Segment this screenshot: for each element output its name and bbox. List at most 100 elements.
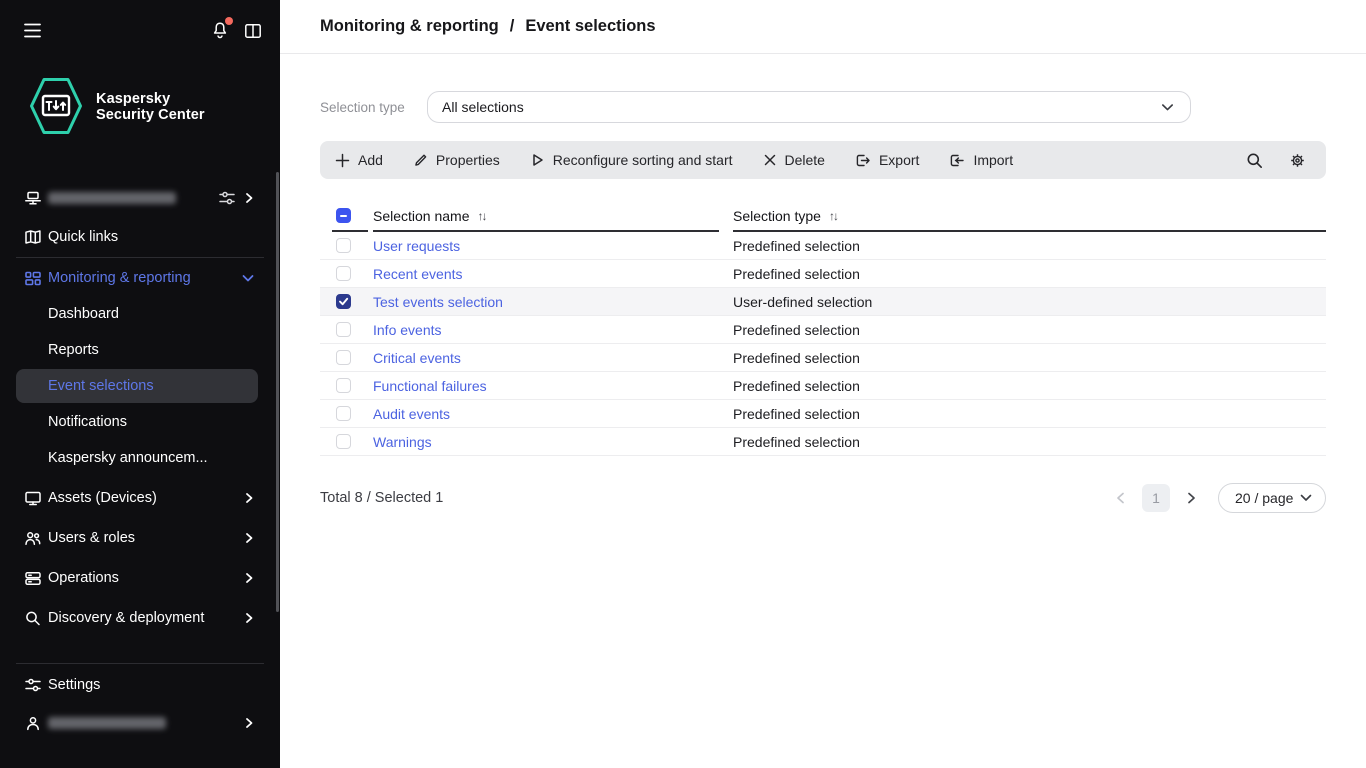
breadcrumb-parent[interactable]: Monitoring & reporting: [320, 17, 499, 36]
table-row: Warnings Predefined selection: [320, 428, 1326, 456]
sliders-icon: [24, 676, 42, 694]
sidebar-item-dashboard[interactable]: Dashboard: [0, 296, 280, 332]
chevron-right-icon: [244, 192, 254, 204]
server-settings-sliders-icon[interactable]: [218, 190, 236, 206]
column-header-selection-name[interactable]: Selection name ↑↓: [373, 201, 719, 232]
import-button[interactable]: Import: [949, 152, 1013, 168]
table-row: Functional failures Predefined selection: [320, 372, 1326, 400]
breadcrumb-separator: /: [509, 17, 515, 35]
breadcrumb-current: Event selections: [525, 17, 656, 35]
selection-name-link[interactable]: User requests: [373, 238, 460, 254]
monitor-icon: [24, 489, 42, 507]
table-row: Recent events Predefined selection: [320, 260, 1326, 288]
page-size-dropdown[interactable]: 20 / page: [1218, 483, 1326, 513]
notifications-bell-icon[interactable]: [211, 17, 233, 40]
search-icon: [24, 609, 42, 627]
sidebar-item-assets-devices[interactable]: Assets (Devices): [0, 480, 280, 516]
table-row: Audit events Predefined selection: [320, 400, 1326, 428]
select-all-checkbox[interactable]: [336, 208, 351, 223]
main-content: Monitoring & reporting / Event selection…: [280, 0, 1366, 768]
table-row: Info events Predefined selection: [320, 316, 1326, 344]
table-row-selected: Test events selection User-defined selec…: [320, 288, 1326, 316]
selection-name-link[interactable]: Warnings: [373, 434, 432, 450]
chevron-right-icon: [244, 612, 254, 624]
chevron-down-icon: [1300, 494, 1312, 501]
stack-icon: [24, 569, 42, 587]
add-button[interactable]: Add: [335, 152, 383, 168]
previous-page-icon[interactable]: [1116, 492, 1125, 504]
plus-icon: [335, 153, 350, 167]
selection-type-filter: Selection type All selections: [320, 91, 1326, 123]
page-size-value: 20 / page: [1235, 490, 1294, 506]
chevron-right-icon: [244, 717, 254, 729]
reconfigure-sorting-button[interactable]: Reconfigure sorting and start: [530, 152, 733, 168]
sidebar-item-notifications[interactable]: Notifications: [0, 404, 280, 440]
sidebar-item-settings[interactable]: Settings: [0, 667, 280, 703]
row-checkbox[interactable]: [336, 406, 351, 421]
table-row: User requests Predefined selection: [320, 232, 1326, 260]
sidebar-item-operations[interactable]: Operations: [0, 560, 280, 596]
chevron-right-icon: [244, 492, 254, 504]
search-icon[interactable]: [1246, 152, 1263, 169]
sidebar-item-quick-links[interactable]: Quick links: [0, 219, 280, 255]
row-checkbox[interactable]: [336, 322, 351, 337]
row-checkbox[interactable]: [336, 378, 351, 393]
row-checkbox[interactable]: [336, 434, 351, 449]
selection-type-dropdown[interactable]: All selections: [427, 91, 1191, 123]
hamburger-menu-icon[interactable]: [24, 23, 41, 38]
export-button[interactable]: Export: [855, 152, 919, 168]
selection-name-link[interactable]: Test events selection: [373, 294, 503, 310]
breadcrumb: Monitoring & reporting / Event selection…: [320, 17, 656, 36]
sidebar-divider: [16, 257, 264, 258]
row-checkbox[interactable]: [336, 266, 351, 281]
selection-name-link[interactable]: Recent events: [373, 266, 463, 282]
sidebar-item-monitoring-reporting[interactable]: Monitoring & reporting: [0, 260, 280, 296]
row-checkbox[interactable]: [336, 238, 351, 253]
sidebar-item-reports[interactable]: Reports: [0, 332, 280, 368]
dashboard-grid-icon: [24, 269, 42, 287]
import-icon: [951, 154, 965, 166]
sidebar-divider: [16, 663, 264, 664]
delete-button[interactable]: Delete: [763, 152, 825, 168]
export-icon: [856, 154, 870, 166]
user-icon: [24, 714, 42, 732]
table-toolbar: Add Properties Reconfigure sorting and s…: [320, 141, 1326, 179]
selection-name-link[interactable]: Functional failures: [373, 378, 487, 394]
sort-icon[interactable]: ↑↓: [829, 209, 839, 223]
pagination: 1 20 / page: [1116, 483, 1326, 513]
column-header-selection-type[interactable]: Selection type ↑↓: [733, 201, 1326, 232]
app-title-line2: Security Center: [96, 107, 205, 123]
row-checkbox-checked[interactable]: [336, 294, 351, 309]
username-redacted: [48, 717, 166, 729]
sidebar-item-user-account[interactable]: [0, 705, 280, 741]
sidebar: Kaspersky Security Center Quick links Mo…: [0, 0, 280, 768]
kaspersky-logo-icon: [29, 77, 83, 135]
page-header: Monitoring & reporting / Event selection…: [280, 0, 1366, 54]
selection-name-link[interactable]: Critical events: [373, 350, 461, 366]
x-icon: [764, 154, 775, 166]
documentation-book-icon[interactable]: [244, 23, 262, 39]
chevron-right-icon: [244, 572, 254, 584]
app-title-line1: Kaspersky: [96, 91, 171, 107]
selection-name-link[interactable]: Audit events: [373, 406, 450, 422]
selection-type-value: All selections: [442, 99, 524, 115]
sidebar-scrollbar[interactable]: [276, 172, 279, 612]
row-checkbox[interactable]: [336, 350, 351, 365]
properties-button[interactable]: Properties: [413, 152, 500, 168]
selection-name-link[interactable]: Info events: [373, 322, 442, 338]
sidebar-item-event-selections[interactable]: Event selections: [16, 369, 258, 403]
gear-icon[interactable]: [1289, 152, 1306, 169]
users-icon: [24, 529, 42, 547]
sort-icon[interactable]: ↑↓: [478, 209, 488, 223]
map-icon: [24, 228, 42, 246]
sidebar-item-administration-server[interactable]: [0, 180, 280, 216]
table-header-row: Selection name ↑↓ Selection type ↑↓: [320, 201, 1326, 232]
chevron-right-icon: [244, 532, 254, 544]
current-page-button[interactable]: 1: [1142, 484, 1170, 512]
next-page-icon[interactable]: [1187, 492, 1196, 504]
event-selections-table: Selection name ↑↓ Selection type ↑↓ User…: [320, 201, 1326, 456]
total-selected-summary: Total 8 / Selected 1: [320, 490, 444, 506]
sidebar-item-kaspersky-announcements[interactable]: Kaspersky announcem...: [0, 440, 280, 476]
sidebar-item-users-roles[interactable]: Users & roles: [0, 520, 280, 556]
sidebar-item-discovery-deployment[interactable]: Discovery & deployment: [0, 600, 280, 636]
